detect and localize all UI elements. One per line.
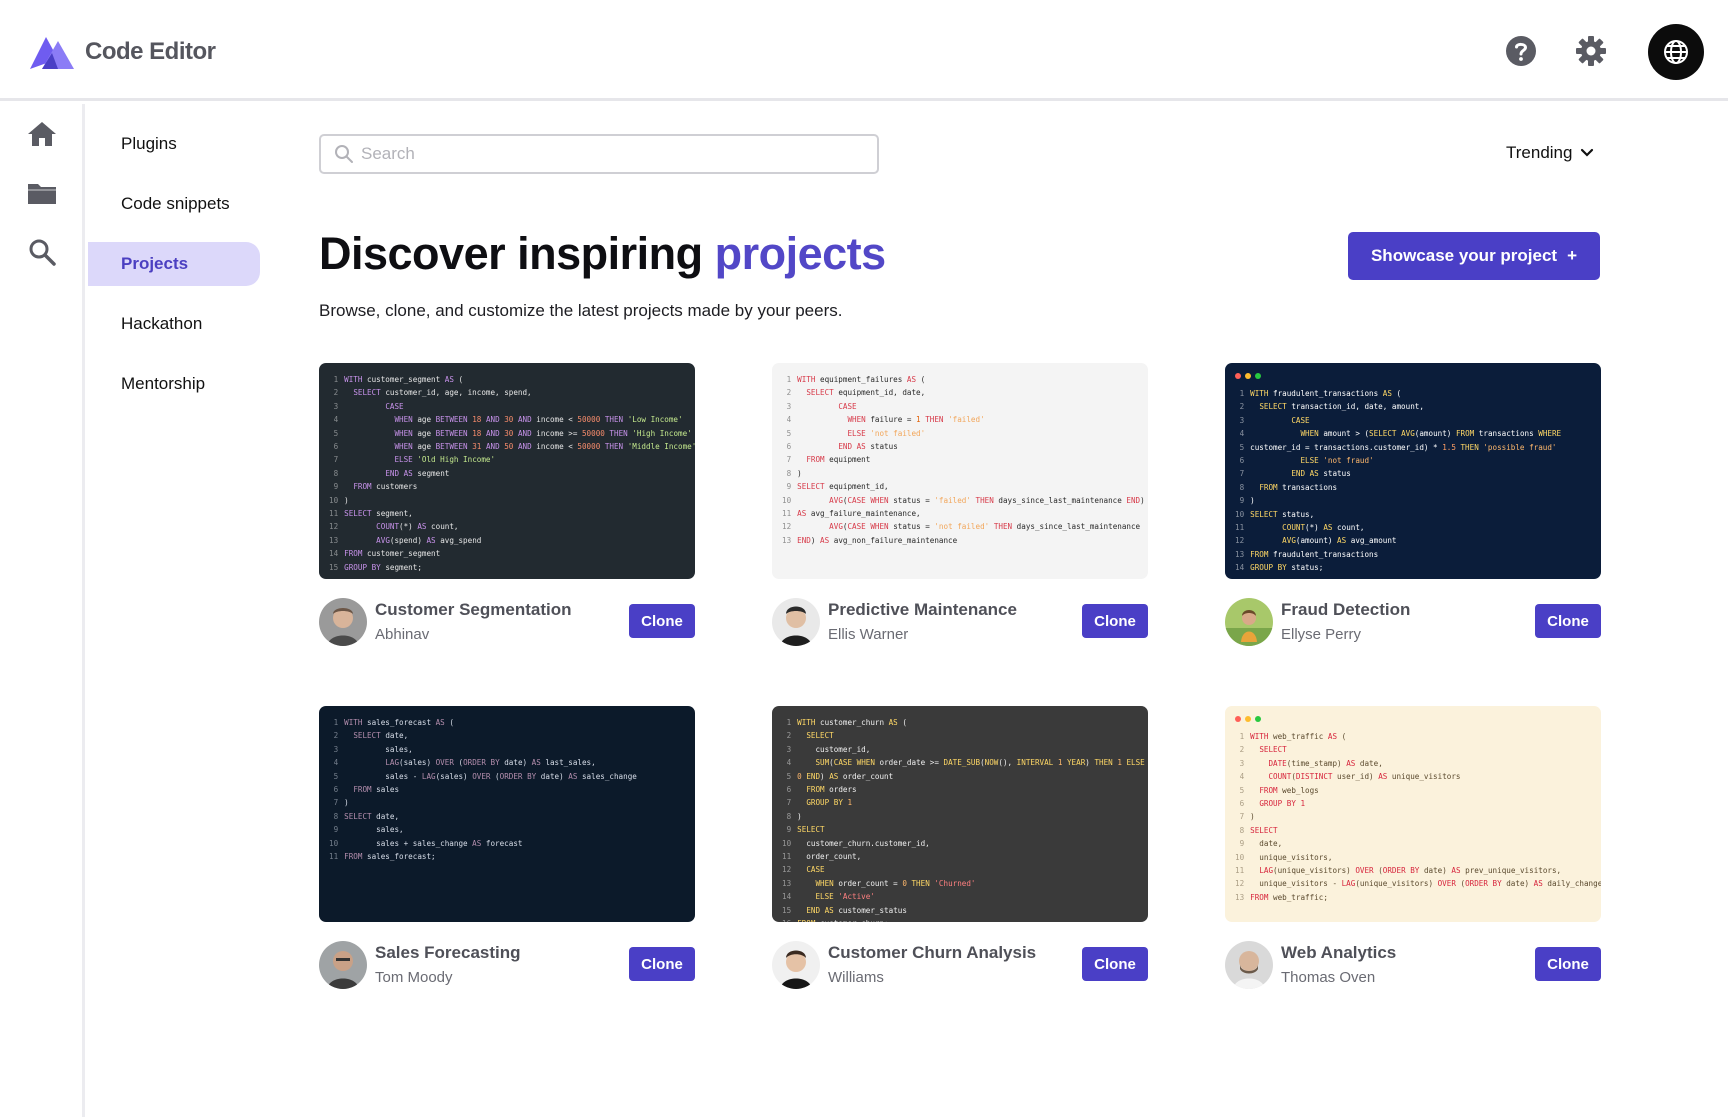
folder-icon[interactable] [26, 177, 58, 209]
code-preview[interactable]: 1 WITH fraudulent_transactions AS ( 2 SEL… [1225, 363, 1601, 579]
nav-item-label: Hackathon [121, 314, 203, 333]
code-text: 1 WITH sales_forecast AS ( 2 SELECT date,… [329, 718, 637, 862]
nav-item-label: Code snippets [121, 194, 230, 213]
gear-icon[interactable] [1574, 34, 1608, 68]
project-title[interactable]: Predictive Maintenance [828, 600, 1017, 620]
icon-rail [0, 104, 85, 1117]
project-author[interactable]: Williams [828, 969, 884, 986]
code-text: 1 WITH fraudulent_transactions AS ( 2 SEL… [1235, 389, 1562, 573]
showcase-project-button[interactable]: Showcase your project + [1348, 232, 1600, 280]
code-text: 1 WITH customer_segment AS ( 2 SELECT cus… [329, 375, 695, 572]
nav-item-label: Mentorship [121, 374, 206, 393]
clone-button[interactable]: Clone [629, 604, 695, 638]
code-text: 1 WITH customer_churn AS ( 2 SELECT 3 cus… [782, 718, 1145, 922]
clone-button[interactable]: Clone [1082, 947, 1148, 981]
code-preview[interactable]: 1 WITH equipment_failures AS ( 2 SELECT e… [772, 363, 1148, 579]
project-title[interactable]: Customer Segmentation [375, 600, 571, 620]
code-preview[interactable]: 1 WITH sales_forecast AS ( 2 SELECT date,… [319, 706, 695, 922]
clone-button[interactable]: Clone [1535, 947, 1601, 981]
window-controls [1235, 716, 1591, 722]
sort-dropdown[interactable]: Trending [1506, 143, 1594, 163]
nav-item-plugins[interactable]: Plugins [88, 122, 260, 166]
chevron-down-icon [1581, 148, 1594, 157]
sort-label: Trending [1506, 143, 1573, 162]
code-preview[interactable]: 1 WITH web_traffic AS ( 2 SELECT 3 DATE(t… [1225, 706, 1601, 922]
clone-button[interactable]: Clone [1082, 604, 1148, 638]
brand-name[interactable]: Code Editor [85, 38, 216, 66]
clone-button[interactable]: Clone [1535, 604, 1601, 638]
help-icon[interactable] [1504, 34, 1538, 68]
avatar[interactable] [319, 598, 367, 646]
project-title[interactable]: Sales Forecasting [375, 943, 521, 963]
code-text: 1 WITH equipment_failures AS ( 2 SELECT e… [782, 375, 1145, 545]
page-title-accent: projects [714, 228, 887, 279]
language-button[interactable] [1648, 24, 1704, 80]
avatar[interactable] [772, 598, 820, 646]
nav-item-label: Projects [121, 254, 189, 273]
project-author[interactable]: Thomas Oven [1281, 969, 1375, 986]
project-title[interactable]: Fraud Detection [1281, 600, 1410, 620]
globe-icon [1664, 40, 1688, 64]
avatar[interactable] [319, 941, 367, 989]
search-input[interactable] [361, 138, 861, 170]
clone-button[interactable]: Clone [629, 947, 695, 981]
window-controls [1235, 373, 1591, 379]
nav-item-code-snippets[interactable]: Code snippets [88, 182, 260, 226]
page-title-text: Discover inspiring [319, 228, 715, 279]
plus-icon: + [1567, 246, 1578, 265]
project-title[interactable]: Customer Churn Analysis [828, 943, 1036, 963]
project-author[interactable]: Tom Moody [375, 969, 453, 986]
search-icon [335, 145, 353, 163]
avatar[interactable] [1225, 941, 1273, 989]
nav-item-projects[interactable]: Projects [88, 242, 260, 286]
project-title[interactable]: Web Analytics [1281, 943, 1396, 963]
logo-icon[interactable] [28, 33, 76, 73]
avatar[interactable] [772, 941, 820, 989]
home-icon[interactable] [26, 118, 58, 150]
page-subtitle: Browse, clone, and customize the latest … [319, 301, 843, 320]
search-box [319, 134, 879, 174]
page-title: Discover inspiring projects [319, 228, 886, 280]
top-bar: Code Editor [0, 0, 1728, 101]
showcase-project-label: Showcase your project [1370, 246, 1558, 265]
code-preview[interactable]: 1 WITH customer_segment AS ( 2 SELECT cus… [319, 363, 695, 579]
nav-item-hackathon[interactable]: Hackathon [88, 302, 260, 346]
search-icon[interactable] [26, 236, 58, 268]
code-preview[interactable]: 1 WITH customer_churn AS ( 2 SELECT 3 cus… [772, 706, 1148, 922]
project-author[interactable]: Abhinav [375, 626, 429, 643]
project-author[interactable]: Ellis Warner [828, 626, 908, 643]
code-text: 1 WITH web_traffic AS ( 2 SELECT 3 DATE(t… [1235, 732, 1601, 902]
avatar[interactable] [1225, 598, 1273, 646]
project-author[interactable]: Ellyse Perry [1281, 626, 1361, 643]
nav-item-mentorship[interactable]: Mentorship [88, 362, 260, 406]
nav-item-label: Plugins [121, 134, 177, 153]
